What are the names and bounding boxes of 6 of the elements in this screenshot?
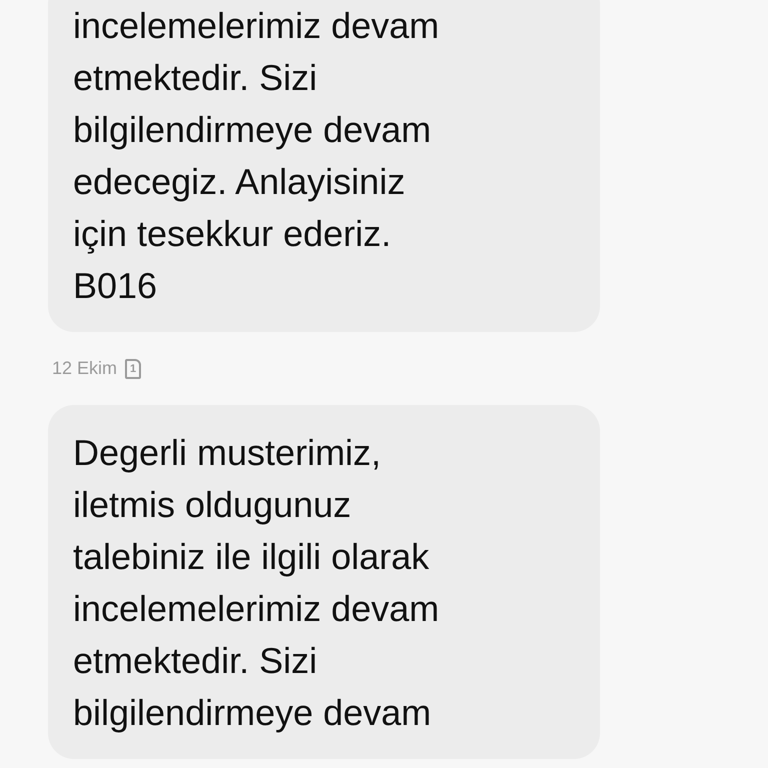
message-text: incelemelerimiz devam etmektedir. Sizi bilgilendirmeye devam edecegiz. Anlayisiniz için tesekkur ederiz. B016 xyxy=(73,4,440,308)
message-bubble[interactable]: Degerli musterimiz, iletmis oldugunuz talebiniz ile ilgili olarak incelemelerimiz devam etmektedir. Sizi bilgilendirmeye devam xyxy=(48,405,600,759)
sim-card-icon: 1 xyxy=(125,358,142,378)
message-date: 12 Ekim xyxy=(52,358,118,379)
message-bubble[interactable]: incelemelerimiz devam etmektedir. Sizi bilgilendirmeye devam edecegiz. Anlayisiniz için tesekkur ederiz. B016 xyxy=(48,0,600,332)
message-text: Degerli musterimiz, iletmis oldugunuz talebiniz ile ilgili olarak incelemelerimiz devam etmektedir. Sizi bilgilendirmeye devam xyxy=(73,431,440,735)
